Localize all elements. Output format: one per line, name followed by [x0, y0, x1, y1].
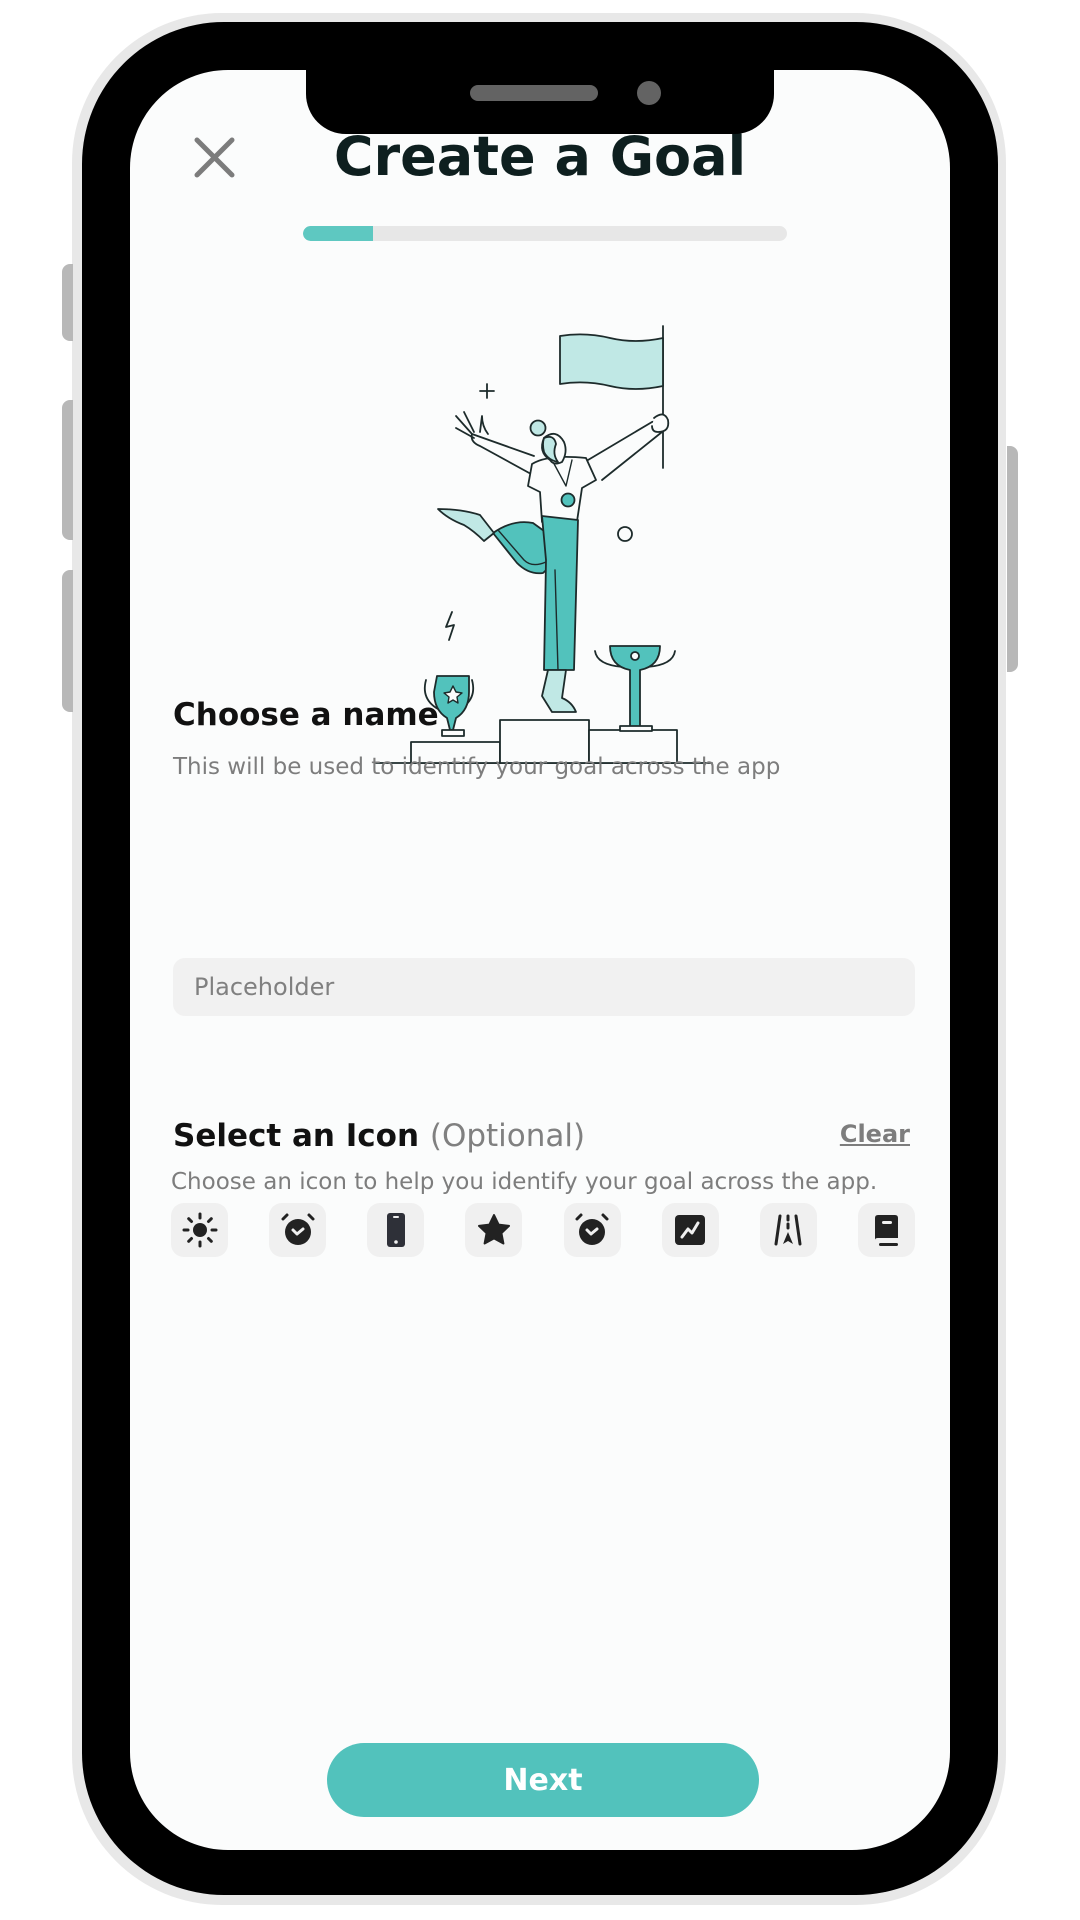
icon-option-chart[interactable]: [661, 1203, 719, 1257]
icon-option-alarm-2[interactable]: [563, 1203, 621, 1257]
trending-chart-icon: [675, 1215, 706, 1245]
icon-section-subtitle: Choose an icon to help you identify your…: [171, 1169, 878, 1195]
flag: [559, 333, 664, 390]
sun-icon: [182, 1212, 217, 1248]
app-screen: Create a Goal Choose a name This will be…: [130, 70, 950, 1850]
icon-option-alarm[interactable]: [269, 1203, 327, 1257]
progress-bar: [303, 226, 787, 241]
goal-name-input[interactable]: [173, 958, 915, 1016]
back-shoe: [437, 508, 495, 542]
icon-section-title: Select an Icon (Optional): [173, 1118, 585, 1154]
icon-section-title-text: Select an Icon: [173, 1118, 420, 1154]
next-button[interactable]: Next: [327, 1743, 759, 1817]
bolt-sparkle: [445, 611, 455, 641]
phone-power-button: [1007, 446, 1018, 672]
hair-bun: [529, 419, 547, 437]
plus-sparkle: [479, 383, 495, 399]
page-title: Create a Goal: [333, 125, 747, 188]
front-shoe: [541, 669, 577, 713]
icon-option-star[interactable]: [465, 1203, 523, 1257]
left-hand: [455, 411, 489, 439]
phone-notch: [306, 60, 774, 134]
alarm-clock-icon: [575, 1213, 609, 1245]
name-section-title: Choose a name: [173, 697, 439, 733]
clear-icon-link[interactable]: Clear: [840, 1120, 910, 1148]
medal: [560, 492, 576, 508]
icon-option-book[interactable]: [857, 1203, 915, 1257]
phone-volume-down-button: [62, 570, 73, 712]
alarm-clock-icon: [281, 1213, 315, 1245]
icon-picker: [171, 1203, 915, 1259]
name-section-subtitle: This will be used to identify your goal …: [173, 754, 781, 780]
front-camera: [637, 81, 661, 105]
book-icon: [875, 1215, 899, 1246]
icon-option-road[interactable]: [759, 1203, 817, 1257]
right-hand: [651, 413, 670, 433]
phone-mute-switch: [62, 264, 73, 341]
right-arm: [587, 420, 664, 481]
phone-volume-up-button: [62, 400, 73, 540]
icon-option-sun[interactable]: [171, 1203, 228, 1257]
star-icon: [477, 1214, 510, 1245]
icon-option-phone[interactable]: [367, 1203, 425, 1257]
pants-front-leg: [541, 515, 579, 671]
circle-sparkle: [617, 526, 633, 542]
optional-label: (Optional): [429, 1118, 586, 1154]
smartphone-icon: [386, 1213, 405, 1247]
speaker-grille: [470, 85, 598, 101]
road-icon: [774, 1214, 802, 1246]
progress-bar-fill: [303, 226, 374, 241]
trophy-cup: [594, 645, 676, 732]
